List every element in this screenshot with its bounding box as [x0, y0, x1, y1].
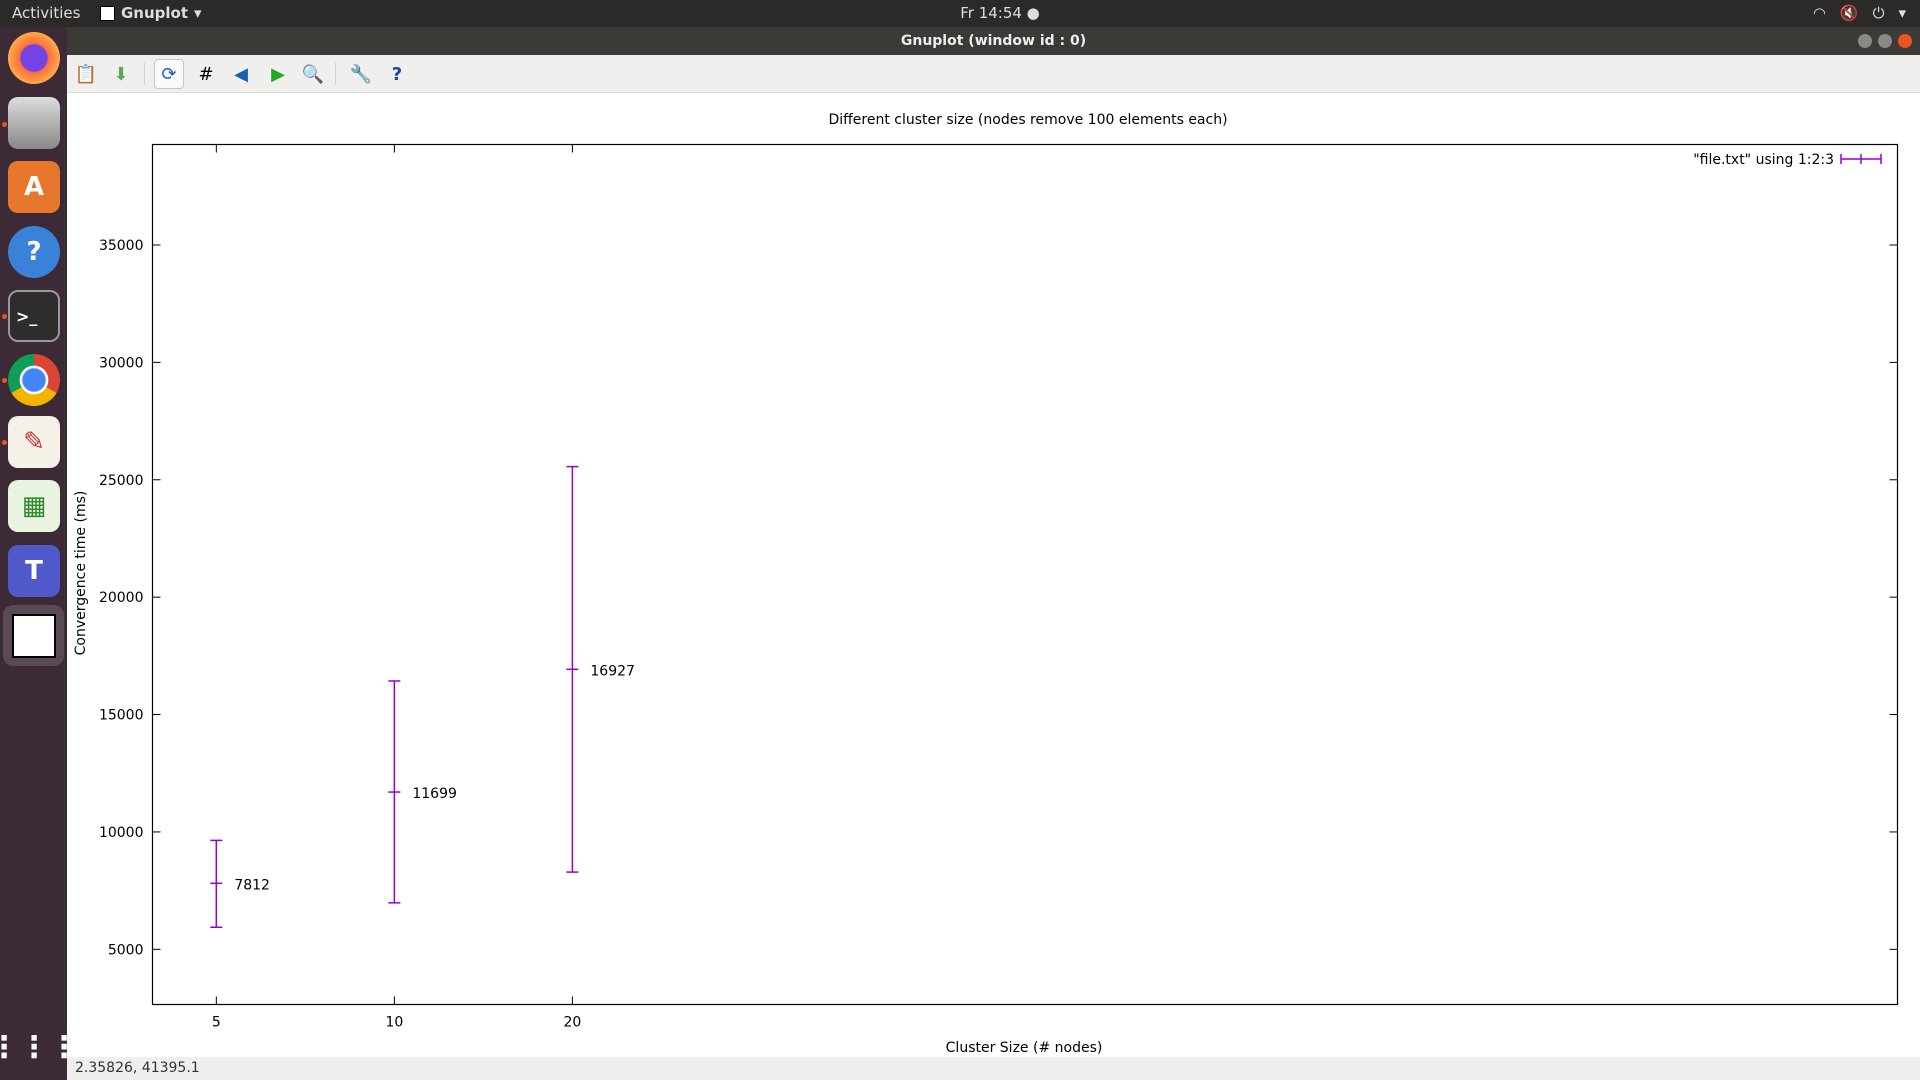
data-label: 11699	[412, 786, 457, 802]
chart-title: Different cluster size (nodes remove 100…	[828, 112, 1227, 128]
y-tick-label: 30000	[99, 355, 144, 371]
y-tick-label: 10000	[99, 825, 144, 841]
x-tick-label: 20	[563, 1015, 581, 1031]
y-axis-label: Convergence time (ms)	[73, 491, 89, 656]
plot-border	[151, 143, 1899, 1006]
status-bar: 2.35826, 41395.1	[67, 1057, 1920, 1080]
y-tick-label: 15000	[99, 708, 144, 724]
x-tick-label: 5	[212, 1015, 221, 1031]
y-tick-label: 25000	[99, 473, 144, 489]
x-tick-label: 10	[385, 1015, 403, 1031]
y-tick-label: 20000	[99, 590, 144, 606]
mouse-coordinates: 2.35826, 41395.1	[75, 1060, 200, 1076]
y-tick-label: 5000	[108, 942, 144, 958]
data-label: 16927	[590, 663, 635, 679]
x-axis-label: Cluster Size (# nodes)	[946, 1040, 1103, 1056]
plot-canvas[interactable]: Different cluster size (nodes remove 100…	[0, 0, 1920, 1080]
legend-entry: "file.txt" using 1:2:3	[1693, 152, 1834, 168]
y-tick-label: 35000	[99, 238, 144, 254]
data-label: 7812	[234, 877, 270, 893]
